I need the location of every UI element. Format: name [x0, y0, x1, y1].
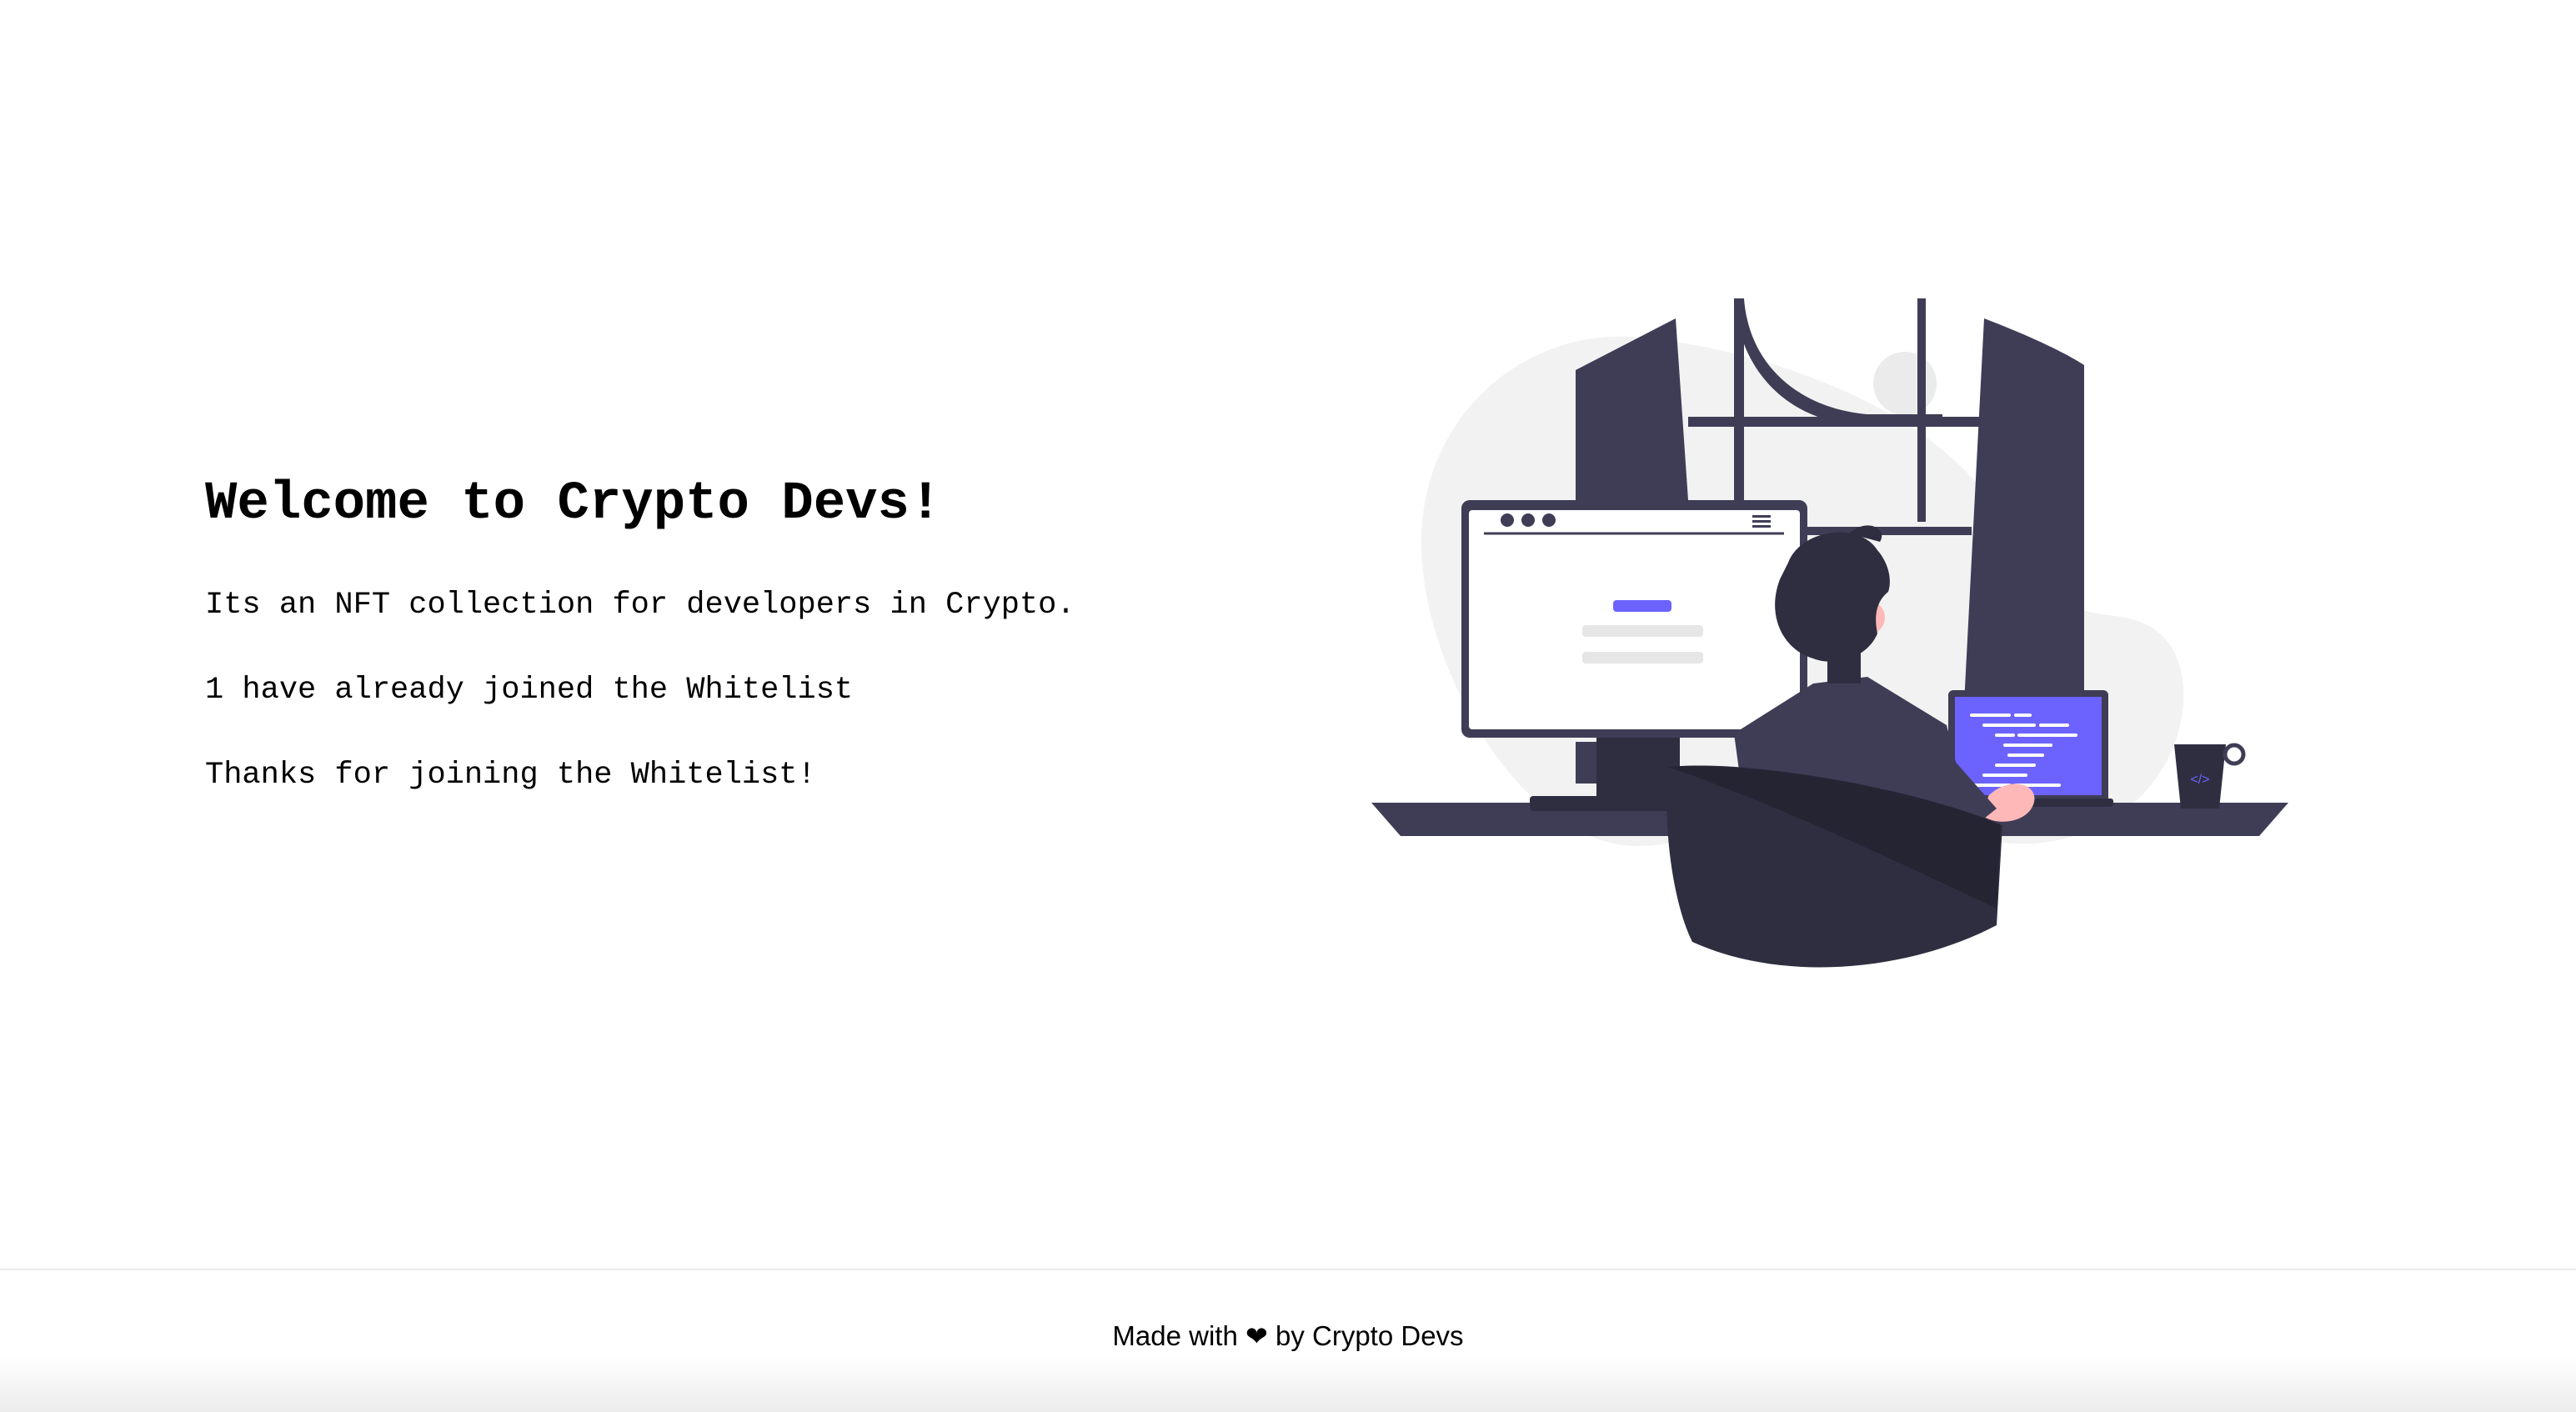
mug-code-symbol: </> — [2190, 773, 2209, 787]
window-bar-vertical-2 — [1917, 298, 1926, 522]
footer-suffix: by Crypto Devs — [1275, 1320, 1464, 1351]
screen-placeholder-line — [1582, 652, 1703, 663]
main-content: Welcome to Crypto Devs! Its an NFT colle… — [0, 0, 2576, 1269]
whitelist-count: 1 have already joined the Whitelist — [205, 673, 854, 708]
heart-icon: ❤ — [1245, 1321, 1268, 1351]
background-dot — [1873, 352, 1937, 415]
footer: Made with ❤ by Crypto Devs — [0, 1269, 2576, 1412]
developer-at-desk-illustration: </> — [1371, 298, 2288, 968]
page: Welcome to Crypto Devs! Its an NFT colle… — [0, 0, 2576, 1412]
mug-handle — [2223, 743, 2246, 766]
footer-prefix: Made with — [1112, 1320, 1238, 1351]
menu-icon — [1752, 515, 1771, 518]
browser-dot-icon — [1542, 513, 1556, 527]
page-title: Welcome to Crypto Devs! — [205, 474, 942, 534]
collection-description: Its an NFT collection for developers in … — [205, 588, 1075, 623]
screen-placeholder-line — [1582, 625, 1703, 637]
browser-dot-icon — [1501, 513, 1514, 527]
monitor-neck — [1576, 742, 1596, 784]
monitor-screen — [1469, 510, 1800, 729]
hero-section: Welcome to Crypto Devs! Its an NFT colle… — [205, 467, 1289, 793]
menu-icon — [1752, 525, 1771, 528]
footer-credit: Made with ❤ by Crypto Devs — [1112, 1320, 1463, 1352]
whitelist-status: Thanks for joining the Whitelist! — [205, 758, 816, 793]
window-bar-horizontal-1 — [1688, 417, 1984, 427]
browser-dot-icon — [1521, 513, 1535, 527]
menu-icon — [1752, 520, 1771, 523]
screen-accent-button — [1613, 600, 1671, 612]
